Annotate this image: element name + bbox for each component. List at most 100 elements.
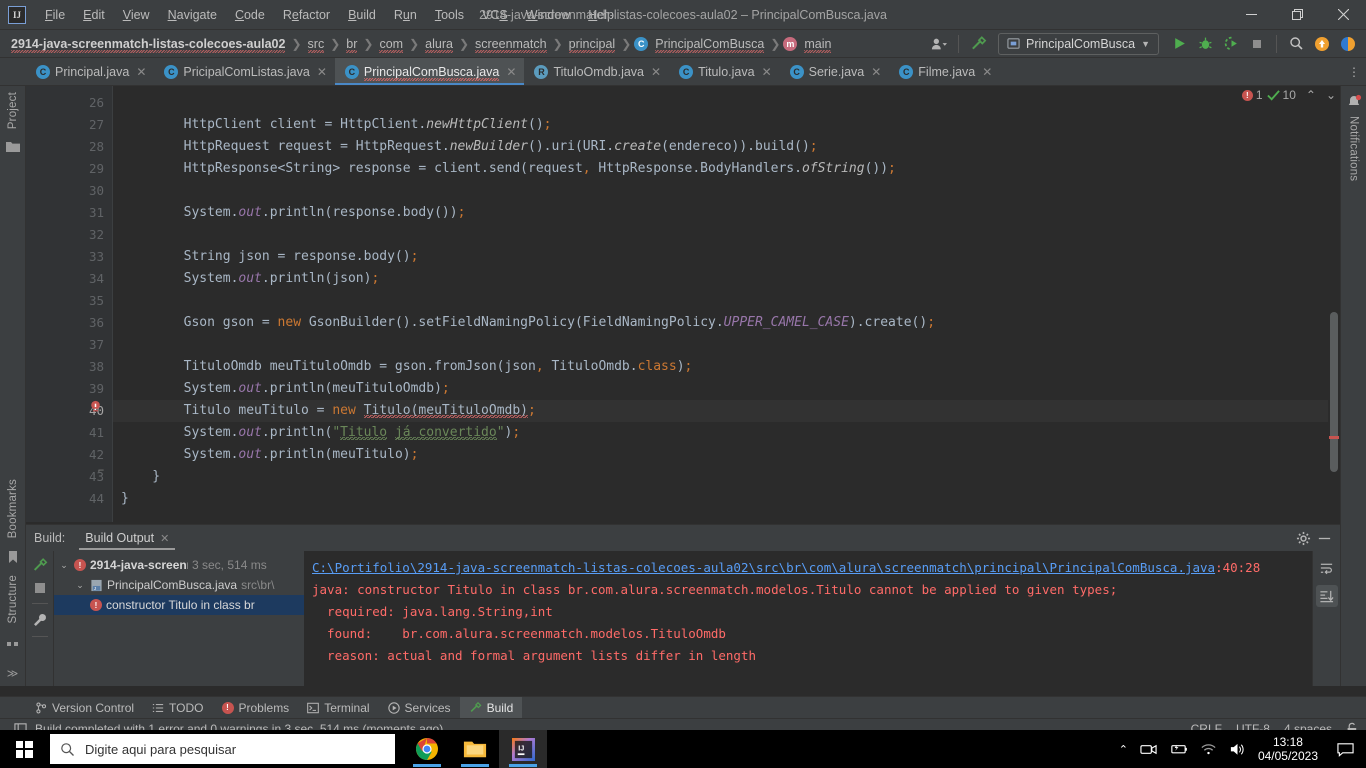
menu-build[interactable]: Build bbox=[339, 4, 385, 26]
breadcrumb-item-class[interactable]: PrincipalComBusca bbox=[652, 36, 767, 53]
tool-window-version-control[interactable]: Version Control bbox=[26, 697, 143, 719]
minimize-button[interactable] bbox=[1228, 0, 1274, 30]
update-icon[interactable] bbox=[1310, 32, 1334, 56]
build-hammer-icon[interactable] bbox=[32, 557, 48, 573]
tool-window-todo[interactable]: TODO bbox=[143, 697, 212, 719]
close-icon[interactable]: ✕ bbox=[136, 65, 146, 79]
breadcrumb-item-screenmatch[interactable]: screenmatch bbox=[472, 36, 550, 53]
code-editor[interactable]: ! 1 10 ⌃ ⌄ 26 27 28 29 30 31 32 33 34 35… bbox=[26, 86, 1340, 522]
minimize-icon[interactable] bbox=[1317, 531, 1332, 546]
tool-window-services[interactable]: Services bbox=[379, 697, 460, 719]
sidebar-item-notifications[interactable]: Notifications bbox=[1348, 110, 1360, 187]
menu-edit[interactable]: Edit bbox=[74, 4, 114, 26]
next-problem-icon[interactable]: ⌄ bbox=[1320, 88, 1336, 102]
breadcrumb-item-principal[interactable]: principal bbox=[566, 36, 619, 53]
taskbar-app-intellij[interactable]: IJ bbox=[499, 730, 547, 768]
prev-problem-icon[interactable]: ⌃ bbox=[1300, 88, 1316, 102]
close-icon[interactable]: ✕ bbox=[506, 65, 516, 79]
build-console[interactable]: C:\Portifolio\2914-java-screenmatch-list… bbox=[304, 551, 1312, 686]
breadcrumb-item-method[interactable]: main bbox=[801, 36, 834, 53]
gear-icon[interactable] bbox=[1296, 531, 1311, 546]
editor-tab-tituloomdb[interactable]: R TituloOmdb.java ✕ bbox=[524, 58, 669, 85]
console-line-link[interactable]: C:\Portifolio\2914-java-screenmatch-list… bbox=[312, 557, 1312, 579]
sidebar-item-bookmarks[interactable]: Bookmarks bbox=[7, 473, 19, 544]
stop-icon[interactable] bbox=[33, 581, 47, 595]
menu-vcs[interactable]: VCS bbox=[473, 4, 517, 26]
editor-error-count[interactable]: ! 1 bbox=[1241, 88, 1263, 102]
maximize-button[interactable] bbox=[1274, 0, 1320, 30]
taskbar-clock[interactable]: 13:18 04/05/2023 bbox=[1258, 735, 1318, 763]
close-icon[interactable]: ✕ bbox=[982, 65, 992, 79]
build-hammer-icon[interactable] bbox=[966, 32, 990, 56]
chevron-down-icon[interactable]: ⌄ bbox=[58, 560, 70, 571]
breadcrumb-item-br[interactable]: br bbox=[343, 36, 360, 53]
run-with-coverage-icon[interactable] bbox=[1219, 32, 1243, 56]
editor-tab-serie[interactable]: C Serie.java ✕ bbox=[780, 58, 890, 85]
editor-tab-principalcombusca[interactable]: C PrincipalComBusca.java ✕ bbox=[334, 58, 525, 85]
stop-icon[interactable] bbox=[1245, 32, 1269, 56]
action-center-icon[interactable] bbox=[1330, 730, 1360, 768]
debug-icon[interactable] bbox=[1193, 32, 1217, 56]
menu-run[interactable]: Run bbox=[385, 4, 426, 26]
camera-icon[interactable] bbox=[1140, 742, 1157, 757]
taskbar-search-input[interactable]: Digite aqui para pesquisar bbox=[50, 734, 395, 764]
tool-window-build[interactable]: Build bbox=[459, 696, 523, 719]
menu-view[interactable]: View bbox=[114, 4, 159, 26]
wifi-icon[interactable] bbox=[1200, 742, 1217, 756]
run-icon[interactable] bbox=[1167, 32, 1191, 56]
menu-tools[interactable]: Tools bbox=[426, 4, 473, 26]
menu-code[interactable]: Code bbox=[226, 4, 274, 26]
soft-wrap-icon[interactable] bbox=[1316, 557, 1338, 579]
breadcrumb-item-alura[interactable]: alura bbox=[422, 36, 456, 53]
editor-tab-pricipalcomlistas[interactable]: C PricipalComListas.java ✕ bbox=[154, 58, 335, 85]
tab-overflow-menu-icon[interactable]: ⋮ bbox=[1348, 58, 1366, 85]
chevron-up-icon[interactable]: ⌃ bbox=[1119, 743, 1128, 756]
tool-window-problems[interactable]: ! Problems bbox=[213, 697, 299, 719]
user-account-icon[interactable] bbox=[927, 32, 951, 56]
volume-icon[interactable] bbox=[1229, 742, 1246, 757]
close-icon[interactable]: ✕ bbox=[651, 65, 661, 79]
tree-row[interactable]: ! constructor Titulo in class br bbox=[54, 595, 304, 615]
code-fold-icon[interactable]: ⌐ bbox=[98, 466, 104, 477]
close-icon[interactable]: ✕ bbox=[871, 65, 881, 79]
menu-help[interactable]: Help bbox=[579, 4, 623, 26]
menu-file[interactable]: File bbox=[36, 4, 74, 26]
tool-window-terminal[interactable]: Terminal bbox=[298, 697, 378, 719]
sidebar-item-project[interactable]: Project bbox=[7, 86, 19, 135]
editor-scrollbar[interactable] bbox=[1328, 86, 1340, 522]
breadcrumb-item-src[interactable]: src bbox=[305, 36, 328, 53]
code-text[interactable]: HttpClient client = HttpClient.newHttpCl… bbox=[112, 86, 1340, 522]
editor-tab-principal[interactable]: C Principal.java ✕ bbox=[26, 58, 154, 85]
menu-window[interactable]: Window bbox=[517, 4, 579, 26]
search-everywhere-icon[interactable] bbox=[1284, 32, 1308, 56]
menu-navigate[interactable]: Navigate bbox=[159, 4, 226, 26]
breadcrumb-item-project[interactable]: 2914-java-screenmatch-listas-colecoes-au… bbox=[8, 36, 288, 53]
build-tree[interactable]: ⌄ ! 2914-java-screenma 3 sec, 514 ms ⌄ J… bbox=[54, 551, 304, 686]
run-configuration-selector[interactable]: PrincipalComBusca ▼ bbox=[998, 32, 1159, 55]
sidebar-item-structure[interactable]: Structure bbox=[7, 569, 19, 629]
inspection-widget[interactable]: ! 1 10 ⌃ ⌄ bbox=[1241, 88, 1336, 102]
notifications-bell-icon[interactable] bbox=[1346, 94, 1362, 110]
taskbar-app-chrome[interactable] bbox=[403, 730, 451, 768]
battery-icon[interactable] bbox=[1169, 742, 1188, 756]
expand-strip-icon[interactable]: ≫ bbox=[7, 667, 19, 686]
start-button[interactable] bbox=[0, 730, 48, 768]
menu-refactor[interactable]: Refactor bbox=[274, 4, 339, 26]
chevron-down-icon[interactable]: ⌄ bbox=[74, 580, 86, 591]
file-path-link[interactable]: C:\Portifolio\2914-java-screenmatch-list… bbox=[312, 560, 1215, 575]
editor-ok-count[interactable]: 10 bbox=[1266, 88, 1296, 102]
close-icon[interactable]: ✕ bbox=[317, 65, 327, 79]
scroll-to-end-icon[interactable] bbox=[1315, 585, 1338, 607]
close-icon[interactable]: ✕ bbox=[762, 65, 772, 79]
wrench-settings-icon[interactable] bbox=[32, 612, 48, 628]
tree-row[interactable]: ⌄ J PrincipalComBusca.java src\br\ bbox=[54, 575, 304, 595]
editor-gutter[interactable]: 26 27 28 29 30 31 32 33 34 35 36 37 38 3… bbox=[26, 86, 112, 522]
editor-tab-filme[interactable]: C Filme.java ✕ bbox=[889, 58, 1000, 85]
tree-row[interactable]: ⌄ ! 2914-java-screenma 3 sec, 514 ms bbox=[54, 555, 304, 575]
taskbar-app-file-explorer[interactable] bbox=[451, 730, 499, 768]
editor-tab-titulo[interactable]: C Titulo.java ✕ bbox=[669, 58, 780, 85]
scrollbar-thumb[interactable] bbox=[1330, 312, 1338, 472]
error-bulb-icon[interactable] bbox=[88, 400, 102, 414]
ai-assistant-icon[interactable] bbox=[1336, 32, 1360, 56]
breadcrumb-item-com[interactable]: com bbox=[376, 36, 406, 53]
